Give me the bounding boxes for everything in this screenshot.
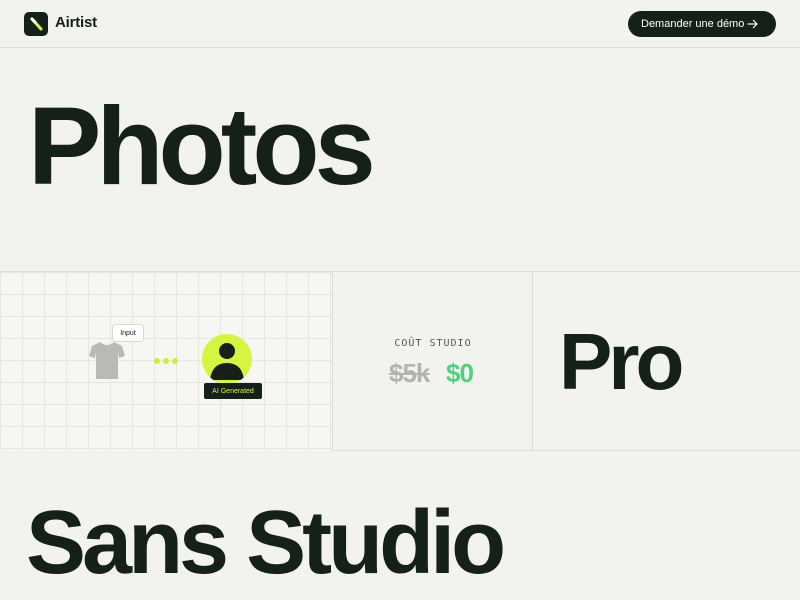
request-demo-label: Demander une démo: [641, 18, 745, 30]
hero-cell-pro: Pro: [533, 272, 800, 451]
hero-word-photos: Photos: [28, 85, 376, 208]
progress-dots: [154, 358, 178, 364]
old-price: $5k: [389, 358, 430, 388]
site-header: Airtist Demander une démo: [0, 0, 800, 48]
hero-word-sans-studio: Sans Studio: [26, 493, 506, 593]
request-demo-button[interactable]: Demander une démo: [628, 11, 776, 37]
hero-band-studio: Sans Studio: [0, 451, 800, 600]
cost-label: COÛT STUDIO: [394, 338, 472, 349]
ai-illustration-panel: Input AI Generated: [0, 272, 333, 451]
person-avatar-icon: [202, 334, 252, 384]
t-shirt-icon: [89, 342, 125, 379]
new-price: $0: [446, 358, 474, 388]
arrow-right-icon: [747, 19, 758, 29]
hero-word-pro: Pro: [559, 317, 684, 406]
studio-cost-panel: COÛT STUDIO $5k $0: [333, 272, 533, 451]
ai-generated-badge: AI Generated: [204, 383, 262, 399]
brand-name[interactable]: Airtist: [55, 14, 97, 31]
hero-band-photos: Photos: [0, 48, 800, 272]
magic-wand-icon[interactable]: [24, 12, 48, 36]
hero-middle-row: Input AI Generated COÛT STUDIO $5k $0 Pr…: [0, 272, 800, 451]
